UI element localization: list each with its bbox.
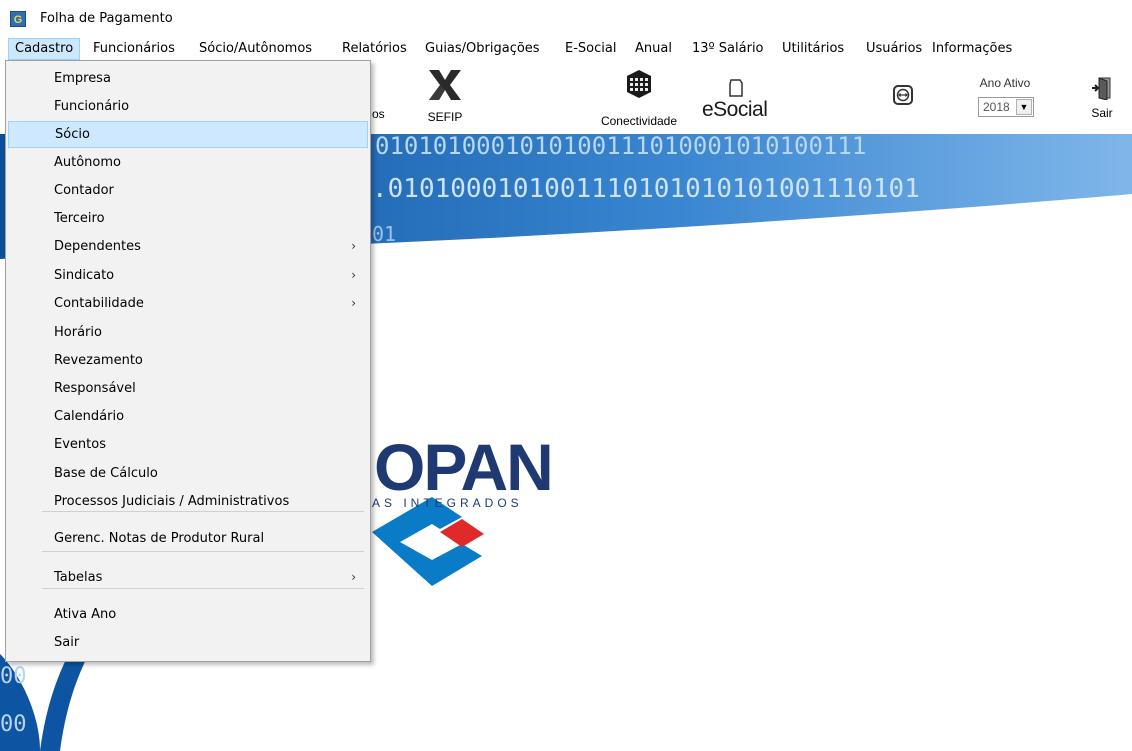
exit-icon	[1092, 77, 1111, 100]
teamviewer-button[interactable]	[893, 85, 913, 105]
menu-item-label: Responsável	[54, 381, 136, 396]
app-icon[interactable]: G	[10, 11, 26, 27]
menu-item-responsavel[interactable]: Responsável	[8, 375, 368, 402]
menu-separator	[42, 511, 364, 512]
chevron-right-icon: ›	[351, 239, 356, 253]
menu-item-calendario[interactable]: Calendário	[8, 403, 368, 430]
title-bar: G Folha de Pagamento	[0, 0, 1132, 38]
menu-13-salario[interactable]: 13º Salário	[686, 38, 770, 60]
menu-item-base-de-calculo[interactable]: Base de Cálculo	[8, 460, 368, 487]
cadastro-dropdown-menu: Empresa Funcionário Sócio Autônomo Contador T…	[5, 60, 371, 662]
menu-item-label: Gerenc. Notas de Produtor Rural	[54, 531, 265, 546]
chevron-right-icon: ›	[351, 570, 356, 584]
menu-item-ativa-ano[interactable]: Ativa Ano	[8, 601, 368, 628]
menu-item-label: Sair	[54, 635, 80, 650]
menu-anual[interactable]: Anual	[629, 38, 678, 60]
menu-item-contador[interactable]: Contador	[8, 177, 368, 204]
menu-e-social[interactable]: E-Social	[559, 38, 622, 60]
window-title: Folha de Pagamento	[40, 11, 173, 26]
menu-item-eventos[interactable]: Eventos	[8, 431, 368, 458]
menu-bar: Cadastro Funcionários Sócio/Autônomos Re…	[0, 38, 1132, 60]
menu-item-label: Contador	[54, 183, 114, 198]
esocial-button[interactable]: eSocial	[700, 72, 776, 128]
menu-separator	[42, 588, 364, 589]
menu-item-revezamento[interactable]: Revezamento	[8, 347, 368, 374]
menu-separator	[42, 551, 364, 552]
menu-item-label: Ativa Ano	[54, 607, 117, 622]
menu-item-dependentes[interactable]: Dependentes ›	[8, 233, 368, 260]
menu-item-socio[interactable]: Sócio	[8, 121, 368, 148]
menu-item-sindicato[interactable]: Sindicato ›	[8, 262, 368, 289]
menu-item-autonomo[interactable]: Autônomo	[8, 149, 368, 176]
menu-item-label: Autônomo	[54, 155, 121, 170]
sair-button[interactable]: Sair	[1082, 76, 1122, 132]
chevron-right-icon: ›	[351, 296, 356, 310]
menu-item-label: Tabelas	[54, 570, 103, 585]
menu-item-label: Empresa	[54, 71, 111, 86]
menu-usuarios[interactable]: Usuários	[860, 38, 928, 60]
sefip-icon	[429, 70, 461, 100]
toolbar-partial-label: os	[372, 107, 385, 121]
menu-item-label: Eventos	[54, 437, 106, 452]
menu-item-gerenc-notas-de-produtor-rural[interactable]: Gerenc. Notas de Produtor Rural	[8, 525, 368, 552]
banner-bits-row-1: 0101010001010100111010001010100111	[375, 134, 867, 160]
ano-ativo-value: 2018	[983, 100, 1010, 114]
conectividade-button[interactable]: Conectividade	[594, 68, 684, 132]
esocial-label: eSocial	[702, 98, 768, 121]
menu-item-terceiro[interactable]: Terceiro	[8, 205, 368, 232]
menu-funcionarios[interactable]: Funcionários	[87, 38, 181, 60]
menu-item-sair[interactable]: Sair	[8, 629, 368, 656]
menu-item-label: Sócio	[55, 127, 90, 142]
menu-item-label: Sindicato	[54, 268, 115, 283]
ano-ativo-select[interactable]: 2018 ▼	[978, 97, 1034, 117]
menu-item-horario[interactable]: Horário	[8, 319, 368, 346]
menu-cadastro[interactable]: Cadastro	[8, 38, 81, 60]
menu-guias-obrigacoes[interactable]: Guias/Obrigações	[419, 38, 546, 60]
menu-informacoes[interactable]: Informações	[926, 38, 1018, 60]
esocial-icon	[729, 79, 743, 97]
chevron-down-icon[interactable]: ▼	[1016, 99, 1032, 115]
menu-item-contabilidade[interactable]: Contabilidade ›	[8, 290, 368, 317]
remote-access-icon	[893, 85, 913, 105]
conectividade-icon	[627, 70, 651, 98]
menu-item-tabelas[interactable]: Tabelas ›	[8, 564, 368, 591]
menu-item-funcionario[interactable]: Funcionário	[8, 93, 368, 120]
banner-bits-left-1: 00	[0, 664, 27, 689]
menu-utilitarios[interactable]: Utilitários	[776, 38, 850, 60]
sefip-label: SEFIP	[427, 110, 463, 124]
logo-wordmark: OPAN	[374, 430, 554, 504]
menu-item-label: Contabilidade	[54, 296, 144, 311]
menu-relatorios[interactable]: Relatórios	[336, 38, 413, 60]
chevron-right-icon: ›	[351, 268, 356, 282]
logo-subtitle: AS INTEGRADOS	[372, 496, 523, 510]
menu-item-label: Revezamento	[54, 353, 143, 368]
menu-item-label: Terceiro	[54, 211, 105, 226]
menu-item-label: Horário	[54, 325, 102, 340]
menu-item-label: Base de Cálculo	[54, 466, 158, 481]
sair-label: Sair	[1091, 106, 1113, 120]
conectividade-label: Conectividade	[600, 114, 678, 128]
sefip-button[interactable]: SEFIP	[420, 68, 470, 132]
menu-item-label: Calendário	[54, 409, 125, 424]
ano-ativo-label: Ano Ativo	[979, 76, 1031, 90]
menu-item-label: Dependentes	[54, 239, 141, 254]
banner-bits-left-2: 00	[0, 712, 27, 737]
menu-item-empresa[interactable]: Empresa	[8, 65, 368, 92]
menu-item-label: Funcionário	[54, 99, 130, 114]
menu-socio-autonomos[interactable]: Sócio/Autônomos	[193, 38, 318, 60]
banner-bits-row-3: 01	[372, 222, 397, 246]
banner-bits-row-2: .0101000101001110101010101001110101	[372, 174, 920, 204]
